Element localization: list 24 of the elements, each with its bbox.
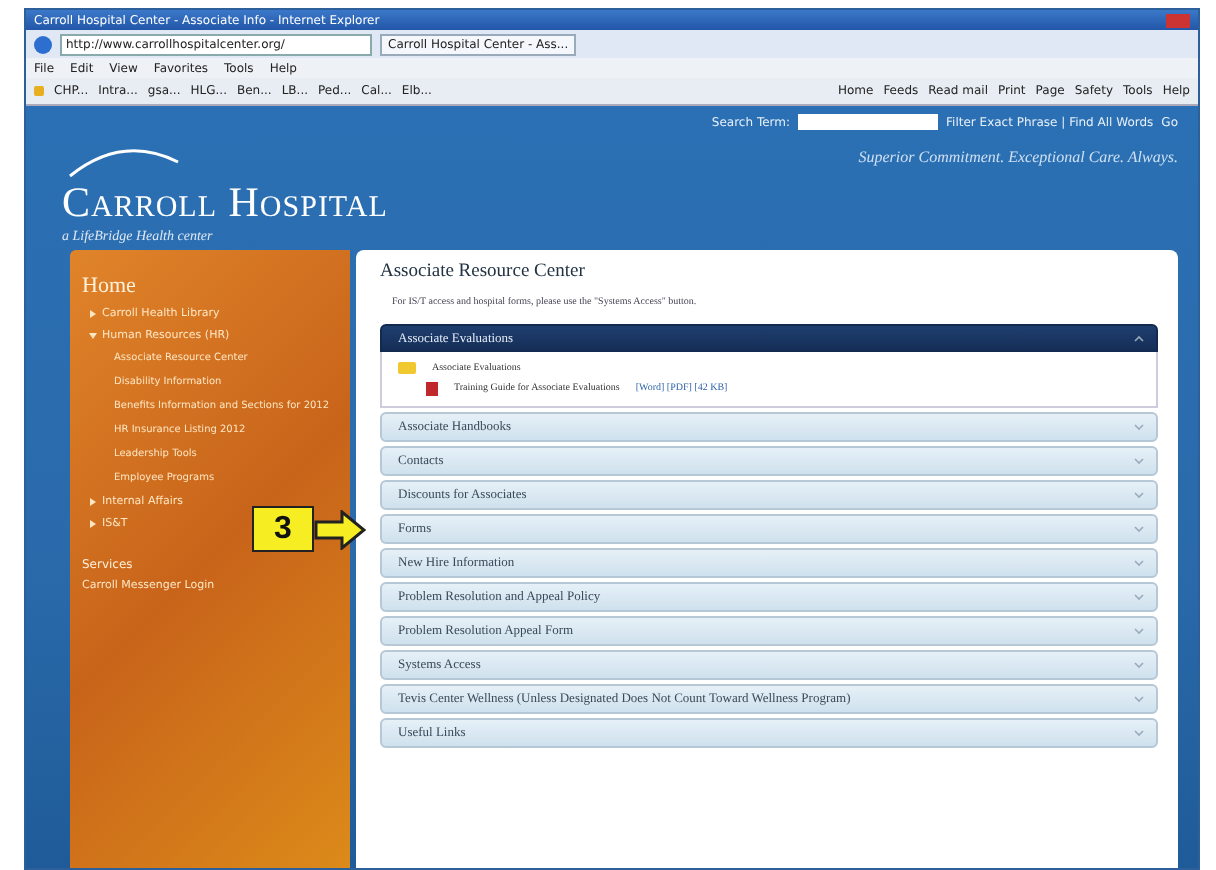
chevron-icon — [1134, 558, 1144, 568]
collapsed-icon[interactable] — [90, 520, 96, 528]
document-icon — [426, 382, 438, 396]
chevron-icon — [1134, 694, 1144, 704]
page-title: Associate Resource Center — [380, 262, 587, 282]
tagline: Superior Commitment. Exceptional Care. Always. — [858, 148, 1178, 166]
site-logo[interactable]: Carroll Hospital — [62, 178, 388, 228]
chevron-icon — [1134, 524, 1144, 534]
chevron-icon — [1134, 490, 1144, 500]
expanded-icon[interactable] — [89, 333, 97, 339]
callout-number: 3 — [252, 506, 314, 552]
collapsed-icon[interactable] — [90, 310, 96, 318]
chevron-icon — [1134, 660, 1144, 670]
chevron-icon — [1134, 422, 1144, 432]
chevron-icon — [1134, 592, 1144, 602]
chevron-icon — [1134, 728, 1144, 738]
chevron-icon — [1134, 333, 1144, 343]
folder-icon — [398, 362, 416, 374]
back-icon[interactable] — [34, 35, 52, 53]
chevron-icon — [1134, 626, 1144, 636]
arrow-icon — [313, 509, 366, 549]
collapsed-icon[interactable] — [90, 498, 96, 506]
chevron-icon — [1134, 456, 1144, 466]
search-field[interactable] — [798, 114, 939, 130]
